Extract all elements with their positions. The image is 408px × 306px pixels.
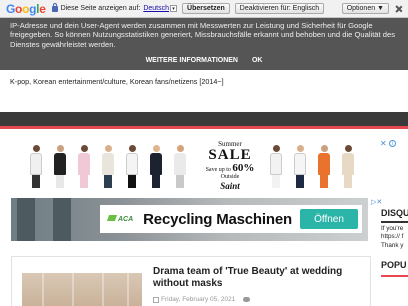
- popular-heading: POPU: [381, 260, 408, 274]
- model-figure: [318, 145, 330, 188]
- sale-line-3: Save up to 60% Outside: [205, 162, 255, 180]
- ad-panel: ACA Recycling Maschinen Öffnen: [100, 205, 362, 233]
- model-figure: [174, 145, 186, 188]
- sale-line-2: SALE: [208, 147, 252, 163]
- model-figure: [270, 145, 282, 188]
- popular-heading-underline: [381, 275, 408, 277]
- disqus-heading-underline: [381, 221, 408, 223]
- cookie-notice: IP-Adresse und dein User-Agent werden zu…: [0, 18, 408, 70]
- model-figure: [102, 145, 114, 188]
- calendar-icon: [153, 296, 159, 303]
- post-thumbnail[interactable]: [22, 273, 142, 306]
- brand-logo: Saint: [220, 181, 240, 191]
- cookie-ok-button[interactable]: OK: [252, 57, 263, 64]
- translate-button[interactable]: Übersetzen: [182, 3, 230, 14]
- translate-prompt: Diese Seite anzeigen auf:: [60, 5, 141, 12]
- post-meta: Friday, February 05, 2021: [153, 296, 251, 303]
- nav-accent-stripe: [0, 126, 408, 129]
- model-figure: [150, 145, 162, 188]
- fashion-ad[interactable]: Summer SALE Save up to 60% Outside Saint: [22, 138, 377, 191]
- blog-tagline: K-pop, Korean entertainment/culture, Kor…: [10, 77, 224, 86]
- post-title[interactable]: Drama team of 'True Beauty' at wedding w…: [153, 266, 365, 290]
- model-figure: [342, 145, 354, 188]
- chevron-down-icon[interactable]: ▾: [170, 5, 178, 12]
- comment-icon[interactable]: [243, 297, 251, 302]
- google-logo: Google: [6, 1, 46, 16]
- close-icon[interactable]: [395, 5, 403, 13]
- more-info-link[interactable]: WEITERE INFORMATIONEN: [146, 57, 238, 64]
- disqus-text: If you're https:// f Thank y: [381, 225, 404, 249]
- model-figure: [294, 145, 306, 188]
- ad-open-button[interactable]: Öffnen: [300, 209, 358, 229]
- sale-banner: Summer SALE Save up to 60% Outside Saint: [200, 140, 260, 191]
- deactivate-button[interactable]: Deaktivieren für: Englisch: [234, 3, 325, 14]
- recycling-ad[interactable]: ACA Recycling Maschinen Öffnen: [11, 198, 368, 241]
- model-figure: [54, 145, 66, 188]
- options-button[interactable]: Optionen ▼: [341, 3, 389, 14]
- cookie-notice-text: IP-Adresse und dein User-Agent werden zu…: [10, 21, 395, 49]
- aca-logo: ACA: [108, 215, 133, 223]
- model-figure: [126, 145, 138, 188]
- nav-bar: [0, 112, 408, 129]
- ad-info-icon[interactable]: i: [389, 140, 396, 147]
- model-figure: [78, 145, 90, 188]
- ad-choices-icon[interactable]: ▷✕: [371, 198, 382, 206]
- post-date: Friday, February 05, 2021: [161, 296, 236, 303]
- translate-bar: Google Diese Seite anzeigen auf: Deutsch…: [0, 0, 408, 18]
- ad-title[interactable]: Recycling Maschinen: [143, 211, 292, 228]
- language-select[interactable]: Deutsch: [143, 5, 169, 12]
- model-figure: [30, 145, 42, 188]
- disqus-heading: DISQUS: [381, 208, 408, 220]
- lock-icon: [51, 2, 58, 12]
- close-ad-icon[interactable]: ✕: [380, 139, 387, 148]
